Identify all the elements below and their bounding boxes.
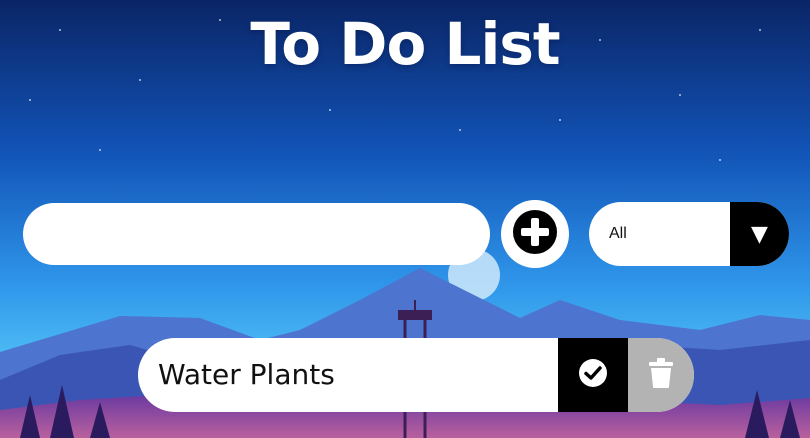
todo-item: Water Plants bbox=[138, 338, 694, 412]
add-todo-button[interactable] bbox=[501, 200, 569, 268]
trash-icon bbox=[647, 357, 675, 393]
todo-item-text: Water Plants bbox=[158, 358, 335, 391]
caret-down-icon[interactable]: ▼ bbox=[730, 202, 789, 266]
todo-input[interactable] bbox=[23, 203, 490, 265]
filter-selected-value: All bbox=[609, 225, 627, 242]
complete-button[interactable] bbox=[558, 338, 628, 412]
plus-circle-icon bbox=[511, 208, 559, 260]
delete-button[interactable] bbox=[628, 338, 694, 412]
page-title: To Do List bbox=[250, 10, 560, 78]
filter-select[interactable]: All ▼ bbox=[589, 202, 789, 266]
check-circle-icon bbox=[577, 357, 609, 393]
